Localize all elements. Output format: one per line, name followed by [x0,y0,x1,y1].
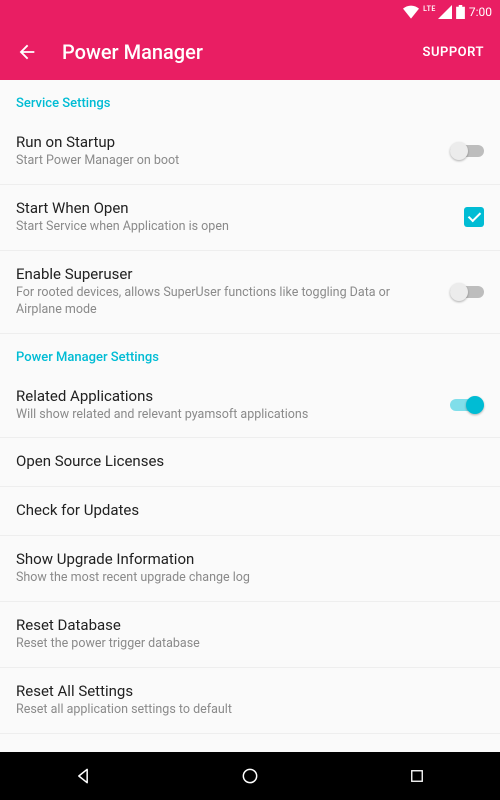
setting-subtitle: Start Power Manager on boot [16,153,438,170]
setting-subtitle: Show the most recent upgrade change log [16,570,472,587]
setting-title: Enable Superuser [16,265,438,283]
square-recent-icon [408,767,426,785]
checkbox-start-when-open[interactable] [464,207,484,227]
settings-scroll[interactable]: Service Settings Run on Startup Start Po… [0,80,500,752]
setting-reset-database[interactable]: Reset Database Reset the power trigger d… [0,602,500,668]
back-button[interactable] [16,41,38,63]
nav-recent-button[interactable] [334,767,499,785]
setting-title: Show Upgrade Information [16,550,472,568]
setting-subtitle: Reset the power trigger database [16,636,472,653]
setting-related-applications[interactable]: Related Applications Will show related a… [0,373,500,439]
battery-icon [456,5,465,19]
setting-run-on-startup[interactable]: Run on Startup Start Power Manager on bo… [0,119,500,185]
setting-subtitle: For rooted devices, allows SuperUser fun… [16,285,438,319]
section-header-pm: Power Manager Settings [0,334,500,373]
switch-run-on-startup[interactable] [450,142,484,160]
setting-enable-superuser[interactable]: Enable Superuser For rooted devices, all… [0,251,500,334]
signal-icon [438,5,452,19]
switch-related-applications[interactable] [450,396,484,414]
wifi-icon [403,5,419,19]
nav-home-button[interactable] [167,766,332,786]
support-button[interactable]: SUPPORT [423,45,484,60]
setting-title: Reset All Settings [16,682,472,700]
circle-home-icon [240,766,260,786]
setting-reset-all-settings[interactable]: Reset All Settings Reset all application… [0,668,500,734]
status-bar: LTE 7:00 [0,0,500,24]
setting-title: Start When Open [16,199,452,217]
section-header-service: Service Settings [0,80,500,119]
setting-title: Check for Updates [16,501,472,519]
navigation-bar [0,752,500,800]
setting-subtitle: Will show related and relevant pyamsoft … [16,407,438,424]
setting-title: Open Source Licenses [16,452,472,470]
setting-show-upgrade-info[interactable]: Show Upgrade Information Show the most r… [0,536,500,602]
setting-subtitle: Reset all application settings to defaul… [16,702,472,719]
page-title: Power Manager [62,40,423,64]
setting-title: Related Applications [16,387,438,405]
arrow-back-icon [16,41,38,63]
setting-title: Run on Startup [16,133,438,151]
app-bar: Power Manager SUPPORT [0,24,500,80]
setting-subtitle: Start Service when Application is open [16,219,452,236]
setting-start-when-open[interactable]: Start When Open Start Service when Appli… [0,185,500,251]
network-lte-label: LTE [423,5,436,13]
switch-enable-superuser[interactable] [450,283,484,301]
nav-back-button[interactable] [1,766,166,786]
setting-check-for-updates[interactable]: Check for Updates [0,487,500,536]
setting-title: Reset Database [16,616,472,634]
triangle-back-icon [73,766,93,786]
status-time: 7:00 [469,5,492,19]
setting-open-source-licenses[interactable]: Open Source Licenses [0,438,500,487]
